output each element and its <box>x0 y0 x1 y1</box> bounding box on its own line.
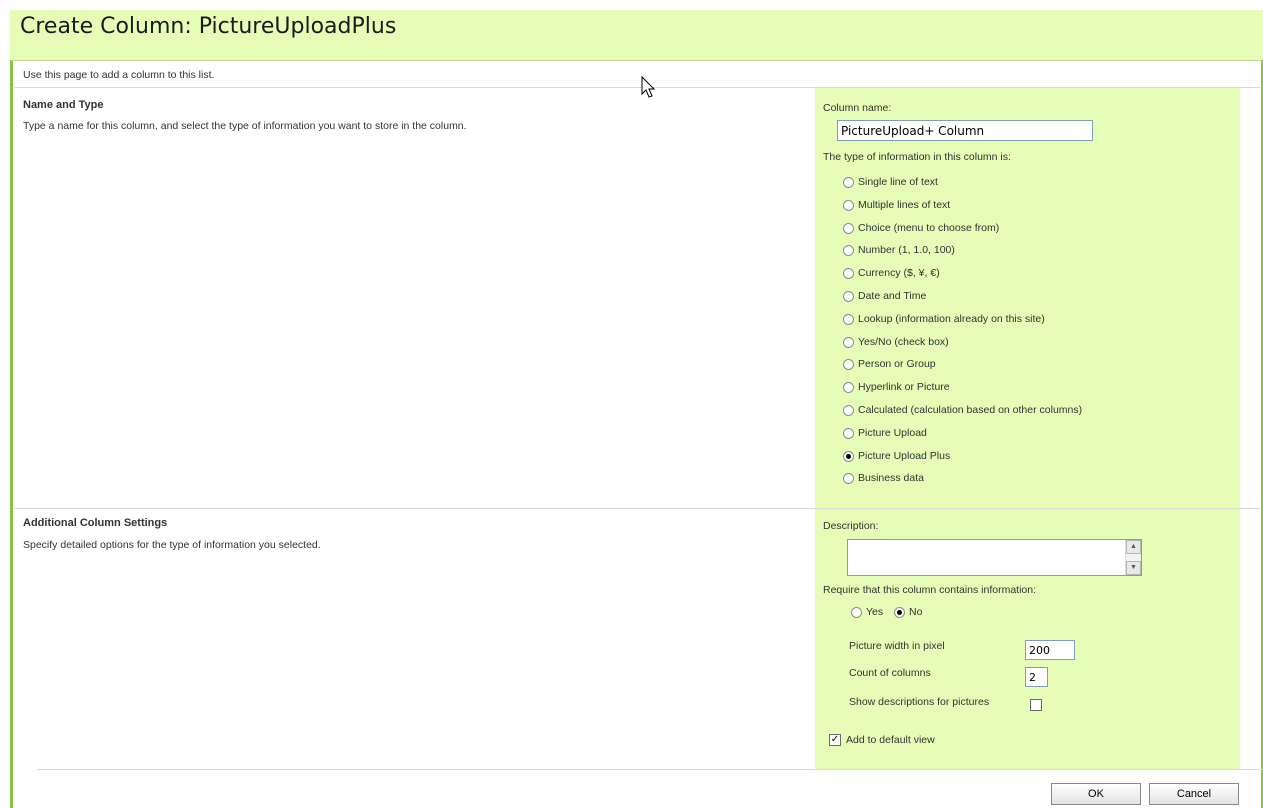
page-intro: Use this page to add a column to this li… <box>23 69 215 81</box>
type-radio[interactable] <box>843 313 854 325</box>
description-scrollbar[interactable]: ▲ ▼ <box>1125 540 1141 575</box>
type-radio[interactable] <box>843 427 854 439</box>
type-option-label: Yes/No (check box) <box>858 336 949 348</box>
type-radio[interactable] <box>843 244 854 256</box>
type-option[interactable]: Person or Group <box>843 356 936 372</box>
type-option[interactable]: Hyperlink or Picture <box>843 379 950 395</box>
type-option[interactable]: Date and Time <box>843 288 926 304</box>
type-radio[interactable] <box>843 358 854 370</box>
arrow-down-icon[interactable]: ▼ <box>1126 561 1141 575</box>
show-descriptions-label: Show descriptions for pictures <box>849 696 990 708</box>
add-default-view-label: Add to default view <box>846 734 935 746</box>
type-option-label: Date and Time <box>858 290 927 302</box>
section-additional-description: Specify detailed options for the type of… <box>23 539 321 551</box>
type-radio[interactable] <box>843 472 854 484</box>
type-option-label: Picture Upload Plus <box>858 450 951 462</box>
type-option-label: Currency ($, ¥, €) <box>858 267 940 279</box>
type-radio[interactable] <box>843 290 854 302</box>
type-option[interactable]: Multiple lines of text <box>843 197 950 213</box>
arrow-up-icon[interactable]: ▲ <box>1126 540 1141 554</box>
divider <box>37 769 1263 770</box>
require-yes-label: Yes <box>866 606 884 618</box>
type-option-label: Business data <box>858 472 924 484</box>
type-option-label: Lookup (information already on this site… <box>858 313 1045 325</box>
require-label: Require that this column contains inform… <box>823 584 1037 596</box>
type-option[interactable]: Currency ($, ¥, €) <box>843 265 940 281</box>
page-title: Create Column: PictureUploadPlus <box>20 14 397 39</box>
picture-width-label: Picture width in pixel <box>849 640 945 652</box>
ok-button[interactable]: OK <box>1051 783 1141 805</box>
section-name-and-type-title: Name and Type <box>23 99 104 111</box>
type-option-label: Multiple lines of text <box>858 199 951 211</box>
add-default-view-checkbox[interactable]: ✓ <box>829 734 841 746</box>
require-yes-option[interactable]: Yes <box>851 604 883 620</box>
section-name-and-type-description: Type a name for this column, and select … <box>23 120 467 132</box>
description-textarea[interactable]: ▲ ▼ <box>847 539 1142 576</box>
type-option[interactable]: Lookup (information already on this site… <box>843 311 1045 327</box>
require-no-label: No <box>909 606 923 618</box>
type-label: The type of information in this column i… <box>823 151 1011 163</box>
column-name-input[interactable] <box>837 120 1093 141</box>
top-strip <box>0 0 1263 10</box>
type-option-label: Person or Group <box>858 358 936 370</box>
require-no-option[interactable]: No <box>894 604 922 620</box>
type-option[interactable]: Picture Upload Plus <box>843 448 950 464</box>
type-radio[interactable] <box>843 450 854 462</box>
type-option[interactable]: Picture Upload <box>843 425 927 441</box>
type-option[interactable]: Single line of text <box>843 174 938 190</box>
require-no-radio[interactable] <box>894 606 905 618</box>
type-option-label: Calculated (calculation based on other c… <box>858 404 1083 416</box>
section-additional-title: Additional Column Settings <box>23 517 168 529</box>
count-columns-input[interactable] <box>1025 667 1048 687</box>
type-option[interactable]: Business data <box>843 470 924 486</box>
type-option[interactable]: Calculated (calculation based on other c… <box>843 402 1082 418</box>
type-option-label: Single line of text <box>858 176 938 188</box>
type-option-label: Picture Upload <box>858 427 927 439</box>
type-option[interactable]: Yes/No (check box) <box>843 334 949 350</box>
type-radio[interactable] <box>843 222 854 234</box>
type-radio[interactable] <box>843 336 854 348</box>
type-option-label: Hyperlink or Picture <box>858 381 950 393</box>
type-radio[interactable] <box>843 199 854 211</box>
type-radio[interactable] <box>843 176 854 188</box>
count-columns-label: Count of columns <box>849 667 931 679</box>
mouse-pointer-icon <box>641 76 656 98</box>
type-option-label: Choice (menu to choose from) <box>858 222 1000 234</box>
type-option[interactable]: Number (1, 1.0, 100) <box>843 242 955 258</box>
picture-width-input[interactable] <box>1025 640 1075 660</box>
require-yes-radio[interactable] <box>851 606 862 618</box>
column-name-label: Column name: <box>823 102 892 114</box>
cancel-button[interactable]: Cancel <box>1149 783 1239 805</box>
type-option-label: Number (1, 1.0, 100) <box>858 244 955 256</box>
type-radio[interactable] <box>843 381 854 393</box>
type-radio[interactable] <box>843 267 854 279</box>
check-icon: ✓ <box>830 734 840 745</box>
type-option[interactable]: Choice (menu to choose from) <box>843 220 999 236</box>
show-descriptions-checkbox[interactable] <box>1030 699 1042 711</box>
type-radio[interactable] <box>843 404 854 416</box>
description-label: Description: <box>823 520 879 532</box>
